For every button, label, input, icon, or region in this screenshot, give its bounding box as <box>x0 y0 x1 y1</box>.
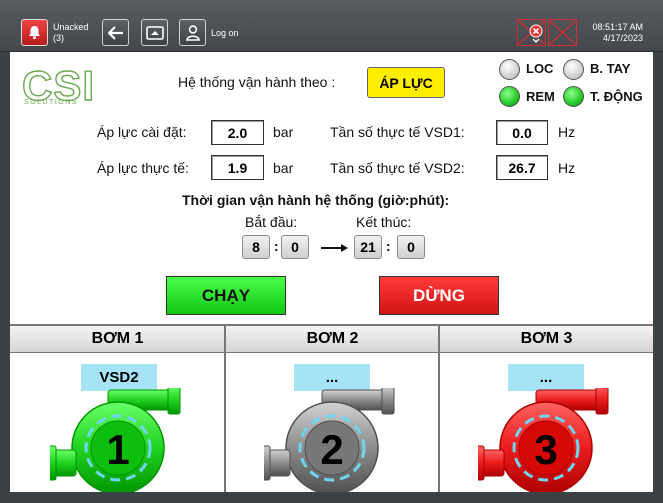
pressure-actual-label: Áp lực thực tế: <box>97 160 189 176</box>
start-time-colon: : <box>274 238 279 254</box>
arrow-left-icon <box>107 25 123 40</box>
lamp-rem-label: REM <box>526 89 555 104</box>
cross-icon <box>549 20 576 45</box>
lamp-manual-label: B. TAY <box>590 61 631 76</box>
pressure-setpoint-field[interactable]: 2.0 <box>211 120 264 145</box>
lamp-loc-label: LOC <box>526 61 554 76</box>
screen-select-button[interactable] <box>141 19 168 46</box>
end-hour-field[interactable]: 21 <box>354 235 382 259</box>
pump-number: 1 <box>106 426 129 473</box>
stop-button[interactable]: DỪNG <box>379 276 499 315</box>
logon-button[interactable] <box>179 19 206 46</box>
run-button[interactable]: CHẠY <box>166 276 286 315</box>
error-x-icon <box>518 20 545 45</box>
bell-icon <box>29 26 40 40</box>
logon-label: Log on <box>211 28 239 38</box>
clock-time: 08:51:17 AM <box>592 22 643 32</box>
pump-2-mode: ... <box>294 364 370 391</box>
mode-label: Hệ thống vận hành theo : <box>178 74 336 90</box>
user-icon <box>185 24 200 41</box>
clock-date: 4/17/2023 <box>602 33 643 43</box>
back-button[interactable] <box>102 19 129 46</box>
pump-2-icon[interactable]: 2 <box>264 388 398 492</box>
end-minute-field[interactable]: 0 <box>397 235 425 259</box>
pump-number: 2 <box>320 426 343 473</box>
lamp-manual <box>563 59 584 80</box>
pressure-actual-value: 1.9 <box>211 155 264 180</box>
mode-value-button[interactable]: ÁP LỰC <box>367 67 445 98</box>
pump-3-header: BƠM 3 <box>440 324 653 353</box>
vsd2-frequency-unit: Hz <box>558 160 576 176</box>
alarm-status-indicator[interactable] <box>517 19 546 46</box>
connection-status-indicator[interactable] <box>548 19 577 46</box>
pump-number: 3 <box>534 426 557 473</box>
pump-divider <box>224 324 226 492</box>
pump-3-mode: ... <box>508 364 584 391</box>
pump-1-header: BƠM 1 <box>10 324 225 353</box>
start-hour-field[interactable]: 8 <box>242 235 270 259</box>
clock: 08:51:17 AM 4/17/2023 <box>592 22 643 44</box>
alarm-bell-button[interactable] <box>21 19 48 46</box>
pump-1-mode: VSD2 <box>81 364 157 391</box>
lamp-loc <box>499 59 520 80</box>
vsd1-frequency-label: Tần số thực tế VSD1: <box>330 124 465 140</box>
pressure-setpoint-label: Áp lực cài đặt: <box>97 124 187 140</box>
end-time-colon: : <box>386 238 391 254</box>
screen-up-icon <box>145 25 164 40</box>
pump-3-icon[interactable]: 3 <box>478 388 612 492</box>
logo-subtext: SOLUTIONS <box>24 99 78 106</box>
vsd2-frequency-label: Tần số thực tế VSD2: <box>330 160 465 176</box>
arrow-right-icon <box>321 244 348 252</box>
pump-2-header: BƠM 2 <box>226 324 439 353</box>
pressure-setpoint-unit: bar <box>273 124 294 140</box>
pump-divider <box>438 324 440 492</box>
vsd1-frequency-unit: Hz <box>558 124 576 140</box>
pressure-actual-unit: bar <box>273 160 294 176</box>
unacked-label: Unacked <box>53 22 89 32</box>
top-bar: Unacked (3) Log on 08:51:17 AM 4/17/2023 <box>0 0 663 52</box>
schedule-end-label: Kết thúc: <box>356 214 412 230</box>
lamp-auto <box>563 86 584 107</box>
unacked-count: (3) <box>53 33 64 43</box>
pump-1-icon[interactable]: 1 <box>50 388 184 492</box>
start-minute-field[interactable]: 0 <box>281 235 309 259</box>
lamp-auto-label: T. ĐỘNG <box>590 89 643 104</box>
vsd1-frequency-value: 0.0 <box>496 120 548 145</box>
vsd2-frequency-value: 26.7 <box>496 155 548 180</box>
unacked-alarm-count: Unacked (3) <box>53 22 89 44</box>
schedule-start-label: Bắt đầu: <box>245 214 298 230</box>
lamp-rem <box>499 86 520 107</box>
schedule-title: Thời gian vận hành hệ thống (giờ:phút): <box>182 192 450 208</box>
main-panel: CSI SOLUTIONS Hệ thống vận hành theo : Á… <box>10 52 653 492</box>
